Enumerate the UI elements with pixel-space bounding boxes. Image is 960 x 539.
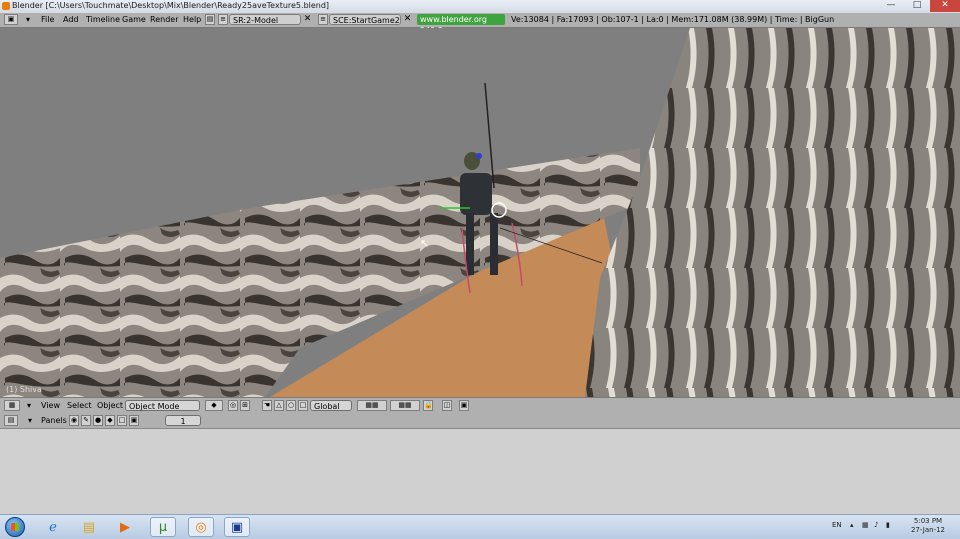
rock-cliff [585, 28, 960, 397]
menu-game[interactable]: Game [122, 14, 146, 26]
blender-app-icon [2, 2, 10, 10]
screen-menu-icon[interactable]: ≡ [218, 14, 228, 25]
camera-icon[interactable]: ▣ [459, 400, 469, 411]
orientation-select[interactable]: Global [310, 400, 352, 411]
tray-power-icon[interactable]: ▮ [886, 521, 890, 529]
object-context-icon[interactable]: ◆ [105, 415, 115, 426]
utorrent-icon[interactable]: μ [150, 517, 176, 537]
screen-delete-icon[interactable]: ✕ [302, 14, 313, 25]
editing-context-icon[interactable]: □ [117, 415, 127, 426]
3d-view-header: ▦ ▾ View Select Object Object Mode ◆ ◎ ⊞… [0, 397, 960, 415]
mode-select[interactable]: Object Mode [125, 400, 200, 411]
menu-select[interactable]: Select [67, 400, 92, 411]
script-context-icon[interactable]: ✎ [81, 415, 91, 426]
tray-network-icon[interactable]: ▦ [862, 521, 869, 529]
screen-browse-icon[interactable]: ▤ [205, 14, 215, 25]
scene-field[interactable]: SCE:StartGame2 [329, 14, 401, 25]
scene-stats: Ve:13084 | Fa:17093 | Ob:107-1 | La:0 | … [511, 15, 835, 24]
language-indicator[interactable]: EN [832, 521, 842, 529]
buttons-window [0, 429, 960, 514]
rotate-icon[interactable]: ○ [286, 400, 296, 411]
minimize-button[interactable]: — [878, 0, 904, 12]
maximize-button[interactable]: □ [904, 0, 930, 12]
window-type-icon[interactable]: ▤ [4, 415, 18, 426]
collapse-icon[interactable]: ▾ [28, 415, 32, 426]
menu-render[interactable]: Render [150, 14, 178, 26]
frame-object-label: (1) Shiva [6, 385, 42, 394]
layer-buttons-1[interactable]: ▦▦ [357, 400, 387, 411]
scene-delete-icon[interactable]: ✕ [402, 14, 413, 25]
tray-volume-icon[interactable]: ♪ [874, 521, 878, 529]
scene-context-icon[interactable]: ▣ [129, 415, 139, 426]
app-window-icon[interactable]: ▣ [224, 517, 250, 537]
taskbar-clock[interactable]: 5:03 PM 27-Jan-12 [905, 517, 951, 535]
panels-label: Panels [41, 416, 67, 425]
viewport-scene [0, 28, 960, 397]
collapse-icon[interactable]: ▾ [26, 14, 30, 26]
align-icon[interactable]: ⊞ [240, 400, 250, 411]
menu-add[interactable]: Add [63, 14, 79, 26]
frame-field[interactable]: 1 [165, 415, 201, 426]
layer-buttons-2[interactable]: ▦▦ [390, 400, 420, 411]
menu-help[interactable]: Help [183, 14, 201, 26]
pivot-icon[interactable]: ◎ [228, 400, 238, 411]
start-button[interactable] [5, 517, 25, 537]
window-type-icon[interactable]: ▣ [4, 14, 18, 25]
menu-timeline[interactable]: Timeline [86, 14, 120, 26]
mouse-cursor-icon: ↖ [420, 237, 430, 250]
screen-field[interactable]: SR:2-Model [229, 14, 301, 25]
logic-context-icon[interactable]: ◉ [69, 415, 79, 426]
taskbar: ℯ ▤ ▶ μ ◎ ▣ EN ▴ ▦ ♪ ▮ 5:03 PM 27-Jan-12 [0, 514, 960, 539]
blender-taskbar-icon[interactable]: ◎ [188, 517, 214, 537]
lock-icon[interactable]: 🔒 [423, 400, 433, 411]
media-player-icon[interactable]: ▶ [112, 517, 138, 537]
ie-icon[interactable]: ℯ [40, 517, 66, 537]
translate-icon[interactable]: △ [274, 400, 284, 411]
window-type-icon[interactable]: ▦ [4, 400, 20, 411]
menu-object[interactable]: Object [97, 400, 123, 411]
manipulator-icon[interactable]: ☚ [262, 400, 272, 411]
clock-date: 27-Jan-12 [910, 526, 946, 534]
clock-time: 5:03 PM [913, 517, 943, 525]
render-view-icon[interactable]: ◫ [442, 400, 452, 411]
explorer-icon[interactable]: ▤ [76, 517, 102, 537]
shading-context-icon[interactable]: ● [93, 415, 103, 426]
window-title: Blender [C:\Users\Touchmate\Desktop\Mix\… [12, 1, 330, 10]
close-button[interactable]: ✕ [930, 0, 960, 12]
blender-url-link[interactable]: www.blender.org 249.2 [417, 14, 505, 35]
window-titlebar: Blender [C:\Users\Touchmate\Desktop\Mix\… [0, 0, 960, 14]
collapse-icon[interactable]: ▾ [27, 400, 31, 411]
scene-browse-icon[interactable]: ≡ [318, 14, 328, 25]
menu-view[interactable]: View [41, 400, 60, 411]
scale-icon[interactable]: □ [298, 400, 308, 411]
draw-type-icon[interactable]: ◆ [205, 400, 223, 411]
menu-file[interactable]: File [41, 14, 54, 26]
info-header: ▣ ▾ File Add Timeline Game Render Help ▤… [0, 13, 960, 35]
3d-viewport[interactable]: ↖ (1) Shiva [0, 28, 960, 397]
tray-expand-icon[interactable]: ▴ [850, 521, 854, 529]
buttons-header: ▤ ▾ Panels ◉ ✎ ● ◆ □ ▣ 1 [0, 414, 960, 429]
